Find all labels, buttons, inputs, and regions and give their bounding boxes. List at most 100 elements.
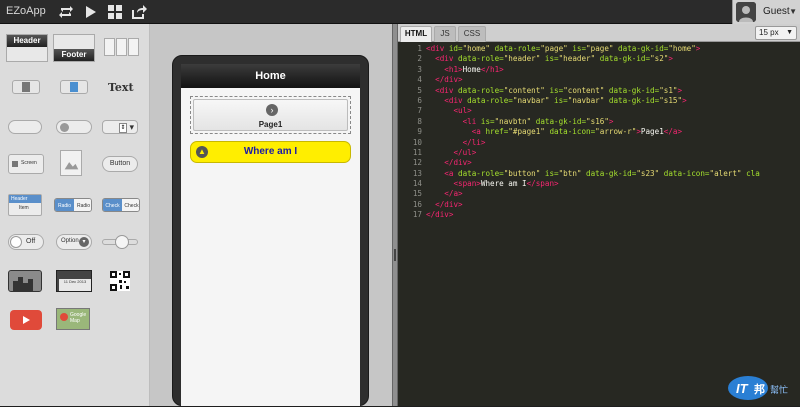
code-line[interactable]: 4 </div> <box>398 75 800 85</box>
preview-where-am-i-button[interactable]: ▲ Where am I <box>190 141 351 163</box>
code-token: "alert" <box>709 168 742 178</box>
footer-component[interactable]: Footer <box>53 34 95 62</box>
select-component[interactable]: ⇕ ▾ <box>102 120 138 134</box>
code-line[interactable]: 1 <div id="home" data-role="page" is="pag… <box>398 44 800 54</box>
code-line[interactable]: 13 <a data-role="button" is="btn" data-g… <box>398 169 800 179</box>
image-component[interactable] <box>60 150 82 176</box>
code-line[interactable]: 2 <div data-role="header" is="header" da… <box>398 54 800 64</box>
textinput-component[interactable] <box>8 120 42 134</box>
code-token: "content" <box>563 85 605 95</box>
tab-js[interactable]: JS <box>434 26 456 42</box>
searchinput-component[interactable] <box>56 120 92 134</box>
preview-header[interactable]: Home <box>181 64 360 88</box>
code-line[interactable]: 16 </div> <box>398 200 800 210</box>
qrcode-component[interactable] <box>110 271 130 291</box>
preview-navbtn-page1[interactable]: › Page1 <box>193 99 348 131</box>
code-token: data-gk-id= <box>604 95 660 105</box>
listview-component[interactable]: Header Item <box>8 194 42 216</box>
header-component[interactable]: Header <box>6 34 48 62</box>
code-token: <h1> <box>444 64 463 74</box>
search-icon <box>60 123 69 132</box>
code-token: "content" <box>503 85 545 95</box>
user-name: Guest <box>763 6 790 17</box>
grid-icon[interactable] <box>107 4 123 20</box>
checkbox-component[interactable]: Check Check <box>102 198 140 212</box>
tab-css[interactable]: CSS <box>458 26 486 42</box>
code-line[interactable]: 8 <li is="navbtn" data-gk-id="s16"> <box>398 117 800 127</box>
code-token: Where am I <box>480 179 527 189</box>
code-line[interactable]: 3 <h1>Home</h1> <box>398 65 800 75</box>
map-component[interactable]: Google Map <box>56 308 90 330</box>
controlgroup-component[interactable] <box>12 80 40 94</box>
code-token: <li <box>462 116 481 126</box>
code-token: "home" <box>462 44 491 53</box>
code-line[interactable]: 12 </div> <box>398 158 800 168</box>
chevron-down-icon: ▾ <box>129 122 134 132</box>
code-line[interactable]: 14 <span>Where am I</span> <box>398 179 800 189</box>
code-token: Home <box>462 64 481 74</box>
code-line[interactable]: 7 <ul> <box>398 106 800 116</box>
editor-tabbar: HTML JS CSS 15 px ▼ <box>398 24 800 42</box>
repeat-icon[interactable] <box>58 4 74 20</box>
code-line[interactable]: 11 </ul> <box>398 148 800 158</box>
footer-component-label: Footer <box>54 49 94 61</box>
splitter-grip-icon[interactable] <box>394 249 396 261</box>
code-line[interactable]: 10 </li> <box>398 138 800 148</box>
code-line[interactable]: 9 <a href="#page1" data-icon="arrow-r">P… <box>398 127 800 137</box>
code-token: <ul> <box>453 106 472 116</box>
code-token: data-gk-id= <box>604 85 660 95</box>
code-line[interactable]: 17 </div> <box>398 210 800 220</box>
line-number: 15 <box>412 189 422 199</box>
line-number: 3 <box>417 64 422 74</box>
code-token: </li> <box>462 137 486 147</box>
share-icon[interactable] <box>131 4 147 20</box>
user-menu[interactable]: Guest ▼ <box>732 0 800 24</box>
calendar-component[interactable]: 11 Dec 2013 <box>56 270 92 292</box>
code-area[interactable]: 1 <div id="home" data-role="page" is="pag… <box>398 44 800 221</box>
button-component[interactable]: Button <box>102 156 138 172</box>
slider-component[interactable] <box>102 235 138 249</box>
line-number: 1 <box>417 44 422 53</box>
font-size-select[interactable]: 15 px ▼ <box>755 26 797 40</box>
top-toolbar: EZoApp Guest ▼ <box>0 0 800 24</box>
code-token: data-icon= <box>544 127 596 137</box>
radio-component[interactable]: Radio Radio <box>54 198 92 212</box>
flipswitch-component[interactable]: Off <box>8 234 44 250</box>
chevron-down-icon: ▼ <box>786 29 793 36</box>
screen-component[interactable]: Screen <box>8 154 44 174</box>
code-token: data-role= <box>490 44 541 53</box>
qrcode-icon <box>110 271 130 291</box>
segmented-component[interactable] <box>60 80 88 94</box>
code-token: > <box>695 44 701 53</box>
code-token: "navbar" <box>567 95 605 105</box>
text-component[interactable]: Text <box>108 81 134 94</box>
line-number: 7 <box>417 106 422 116</box>
code-line[interactable]: 6 <div data-role="navbar" is="navbar" da… <box>398 96 800 106</box>
tab-html[interactable]: HTML <box>400 26 432 42</box>
code-token: is= <box>480 116 495 126</box>
preview-navbar[interactable]: › Page1 <box>190 96 351 134</box>
gallery-component[interactable] <box>8 270 42 292</box>
option-component[interactable]: Option ▾ <box>56 234 92 250</box>
check-label-off: Check <box>122 199 139 211</box>
code-token: > <box>682 95 687 105</box>
code-token: "home" <box>668 44 696 53</box>
grid-component[interactable] <box>104 38 140 56</box>
phone-screen: Home › Page1 ▲ Where am I <box>181 64 360 406</box>
code-line[interactable]: 5 <div data-role="content" is="content" … <box>398 86 800 96</box>
code-token: is= <box>540 168 559 178</box>
code-token: is= <box>567 44 587 53</box>
play-icon[interactable] <box>82 4 98 20</box>
code-line[interactable]: 15 </a> <box>398 189 800 199</box>
header-component-label: Header <box>7 35 47 47</box>
youtube-component[interactable] <box>10 310 42 330</box>
code-token: id= <box>448 44 463 53</box>
line-number: 2 <box>417 54 422 64</box>
avatar <box>736 2 756 22</box>
